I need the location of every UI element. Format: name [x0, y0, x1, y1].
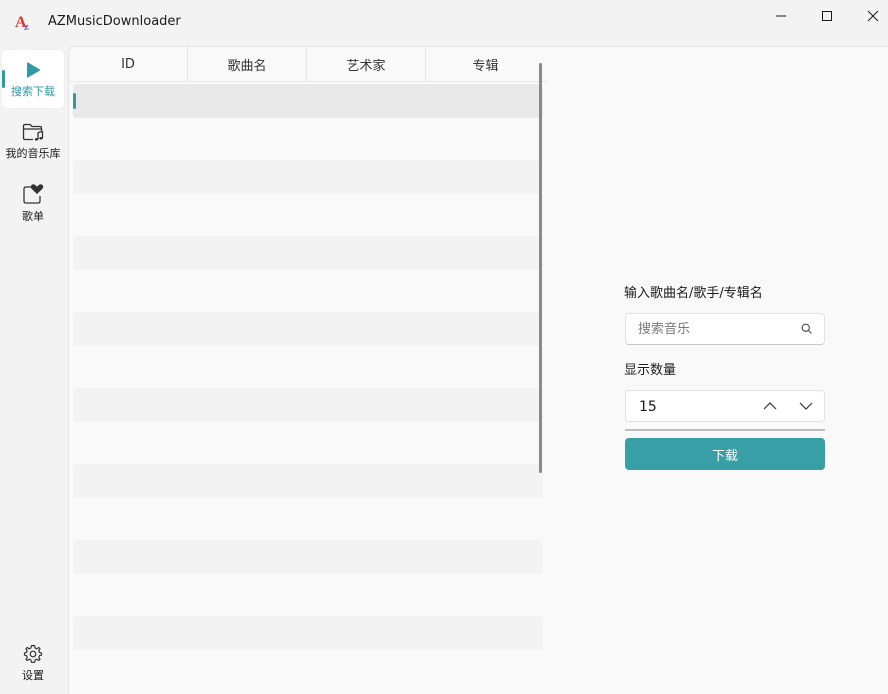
- search-icon[interactable]: [800, 322, 814, 336]
- table-scrollbar[interactable]: [539, 63, 542, 473]
- chevron-up-icon: [763, 402, 777, 410]
- song-table: ID 歌曲名 艺术家 专辑: [69, 47, 547, 694]
- search-input[interactable]: [626, 314, 796, 344]
- gear-icon: [23, 644, 43, 663]
- search-box: [625, 313, 825, 345]
- table-row[interactable]: [73, 84, 543, 118]
- count-spinbox[interactable]: 15: [625, 390, 825, 422]
- play-icon: [27, 61, 40, 78]
- sidebar-item-playlist[interactable]: 歌单: [2, 174, 64, 232]
- title-bar: A z AZMusicDownloader: [0, 0, 888, 46]
- sidebar-item-label: 设置: [22, 668, 44, 682]
- minimize-icon: [776, 15, 786, 17]
- content-area: ID 歌曲名 艺术家 专辑 输入歌曲名/歌手/专辑名 显示数量 15: [68, 46, 888, 694]
- sidebar-item-search-download[interactable]: 搜索下载: [2, 50, 64, 108]
- count-value[interactable]: 15: [639, 399, 657, 415]
- close-button[interactable]: [850, 0, 888, 32]
- table-row[interactable]: [73, 464, 543, 498]
- column-header-artist[interactable]: 艺术家: [307, 47, 426, 82]
- sidebar: 搜索下载 我的音乐库 歌单 设置: [0, 46, 68, 694]
- sidebar-item-music-library[interactable]: 我的音乐库: [2, 112, 64, 170]
- row-selection-indicator: [73, 93, 76, 109]
- sidebar-item-settings[interactable]: 设置: [2, 634, 64, 692]
- app-logo-icon: A z: [15, 14, 29, 32]
- active-indicator: [2, 70, 5, 88]
- column-header-album[interactable]: 专辑: [426, 47, 545, 82]
- app-title: AZMusicDownloader: [48, 14, 181, 29]
- table-row[interactable]: [73, 616, 543, 650]
- table-row[interactable]: [73, 388, 543, 422]
- sidebar-item-label: 搜索下载: [11, 84, 55, 98]
- svg-text:z: z: [24, 21, 29, 32]
- maximize-button[interactable]: [804, 0, 850, 32]
- table-row[interactable]: [73, 312, 543, 346]
- search-label: 输入歌曲名/歌手/专辑名: [624, 286, 763, 301]
- table-header: ID 歌曲名 艺术家 专辑: [69, 47, 547, 82]
- heart-playlist-icon: [23, 183, 44, 204]
- chevron-down-icon: [799, 402, 813, 410]
- minimize-button[interactable]: [758, 0, 804, 32]
- increment-button[interactable]: [754, 391, 786, 421]
- column-header-song[interactable]: 歌曲名: [188, 47, 307, 82]
- sidebar-item-label: 我的音乐库: [5, 146, 61, 160]
- table-row[interactable]: [73, 540, 543, 574]
- column-header-id[interactable]: ID: [69, 47, 188, 82]
- decrement-button[interactable]: [790, 391, 822, 421]
- table-row[interactable]: [73, 160, 543, 194]
- count-label: 显示数量: [624, 363, 677, 378]
- close-icon: [867, 10, 879, 22]
- maximize-icon: [822, 11, 832, 21]
- sidebar-item-label: 歌单: [22, 209, 44, 223]
- table-row[interactable]: [73, 236, 543, 270]
- music-folder-icon: [22, 123, 44, 141]
- spinbox-underline: [625, 429, 825, 431]
- download-button[interactable]: 下载: [625, 438, 825, 470]
